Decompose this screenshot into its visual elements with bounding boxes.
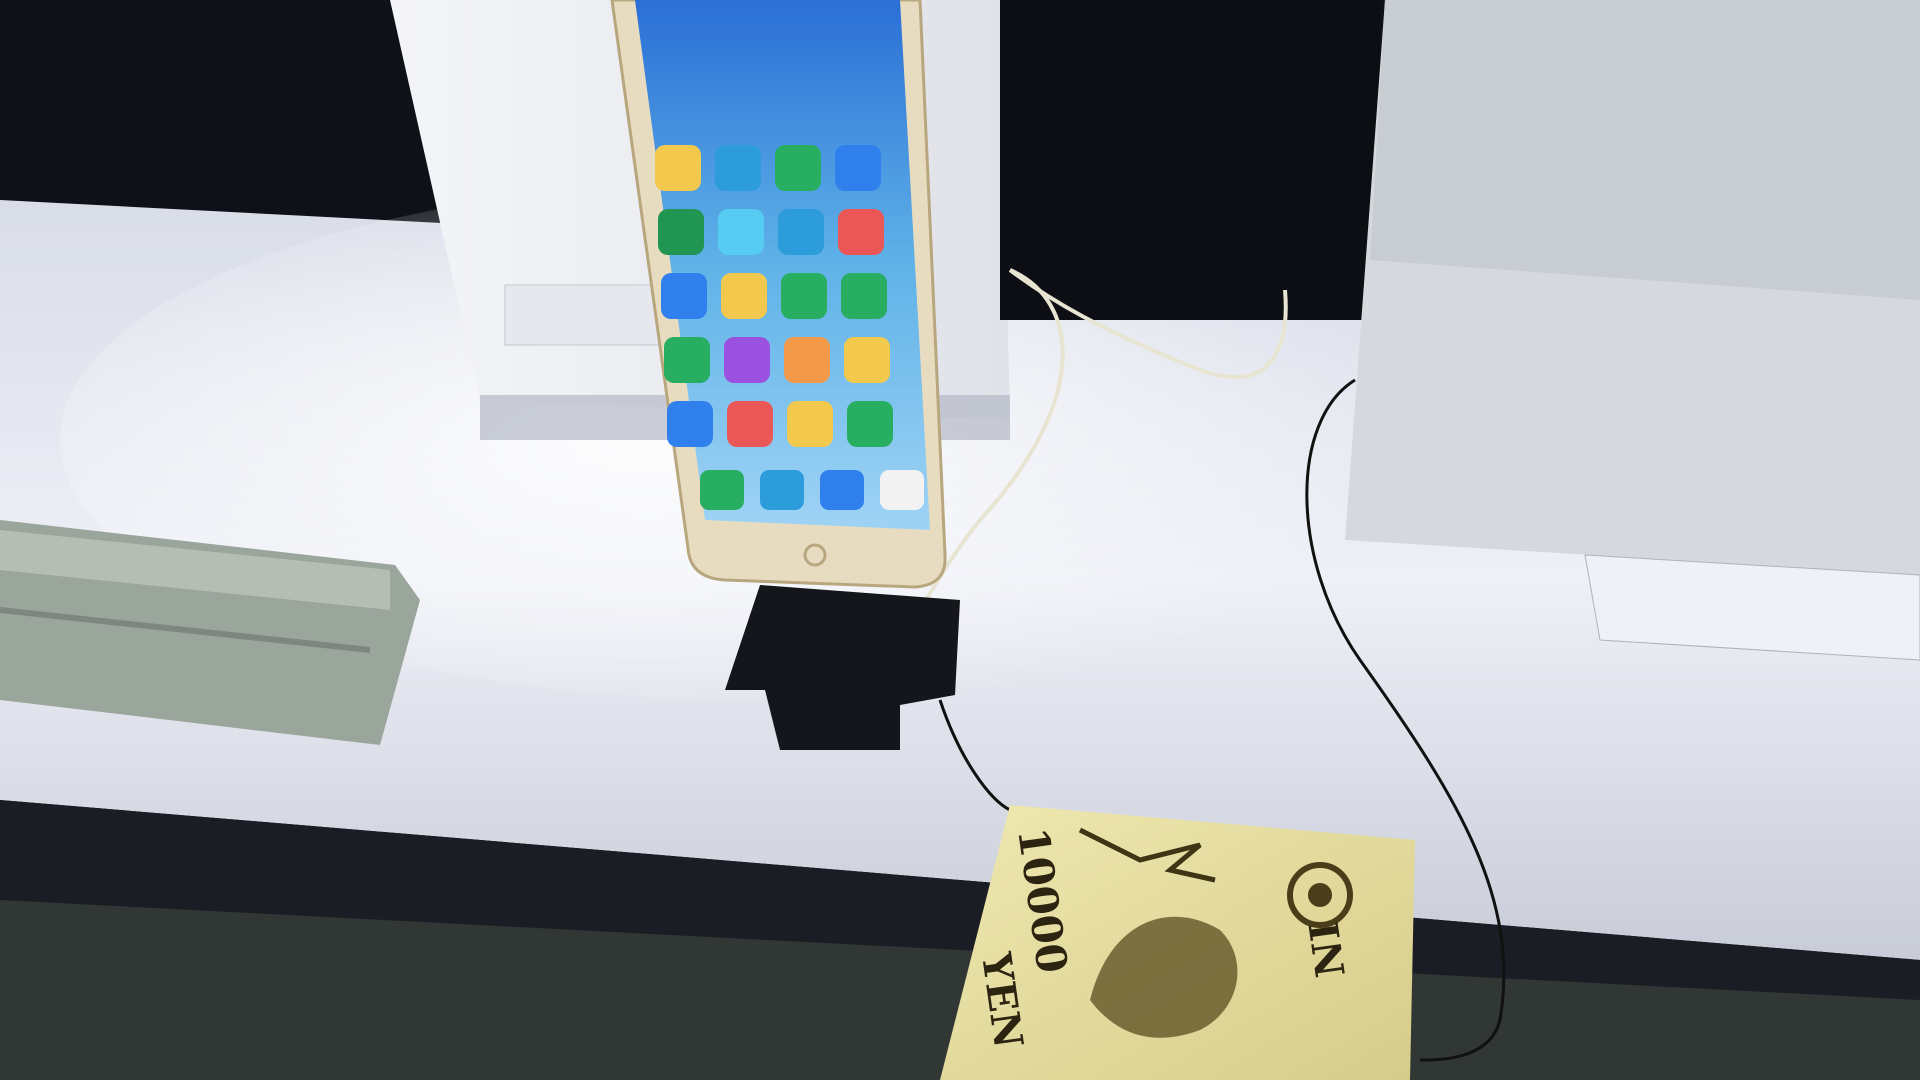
box-right-top-shade bbox=[1370, 0, 1920, 300]
banknote-partial-text: NI bbox=[1301, 919, 1355, 980]
app-icon bbox=[781, 273, 827, 319]
app-icon bbox=[784, 337, 830, 383]
dark-panel bbox=[1000, 0, 1380, 320]
dock-app-icon bbox=[700, 470, 744, 510]
app-icon bbox=[718, 209, 764, 255]
app-icon bbox=[655, 145, 701, 191]
app-icon bbox=[844, 337, 890, 383]
app-icon bbox=[835, 145, 881, 191]
yen-banknote: 10000 YEN NI bbox=[940, 805, 1415, 1080]
app-icon bbox=[661, 273, 707, 319]
dock-app-icon bbox=[760, 470, 804, 510]
app-icon bbox=[667, 401, 713, 447]
app-icon bbox=[664, 337, 710, 383]
app-icon bbox=[787, 401, 833, 447]
app-icon bbox=[715, 145, 761, 191]
app-icon bbox=[847, 401, 893, 447]
app-icon bbox=[727, 401, 773, 447]
dock-app-icon bbox=[880, 470, 924, 510]
dock-app-icon bbox=[820, 470, 864, 510]
app-icon bbox=[721, 273, 767, 319]
app-icon bbox=[778, 209, 824, 255]
app-icon bbox=[724, 337, 770, 383]
box-label-card bbox=[504, 284, 666, 346]
app-icon bbox=[841, 273, 887, 319]
photo-scene: 10000 YEN NI bbox=[0, 0, 1920, 1080]
app-icon bbox=[838, 209, 884, 255]
banknote-seal-inner bbox=[1308, 883, 1332, 907]
app-icon bbox=[775, 145, 821, 191]
app-icon bbox=[658, 209, 704, 255]
